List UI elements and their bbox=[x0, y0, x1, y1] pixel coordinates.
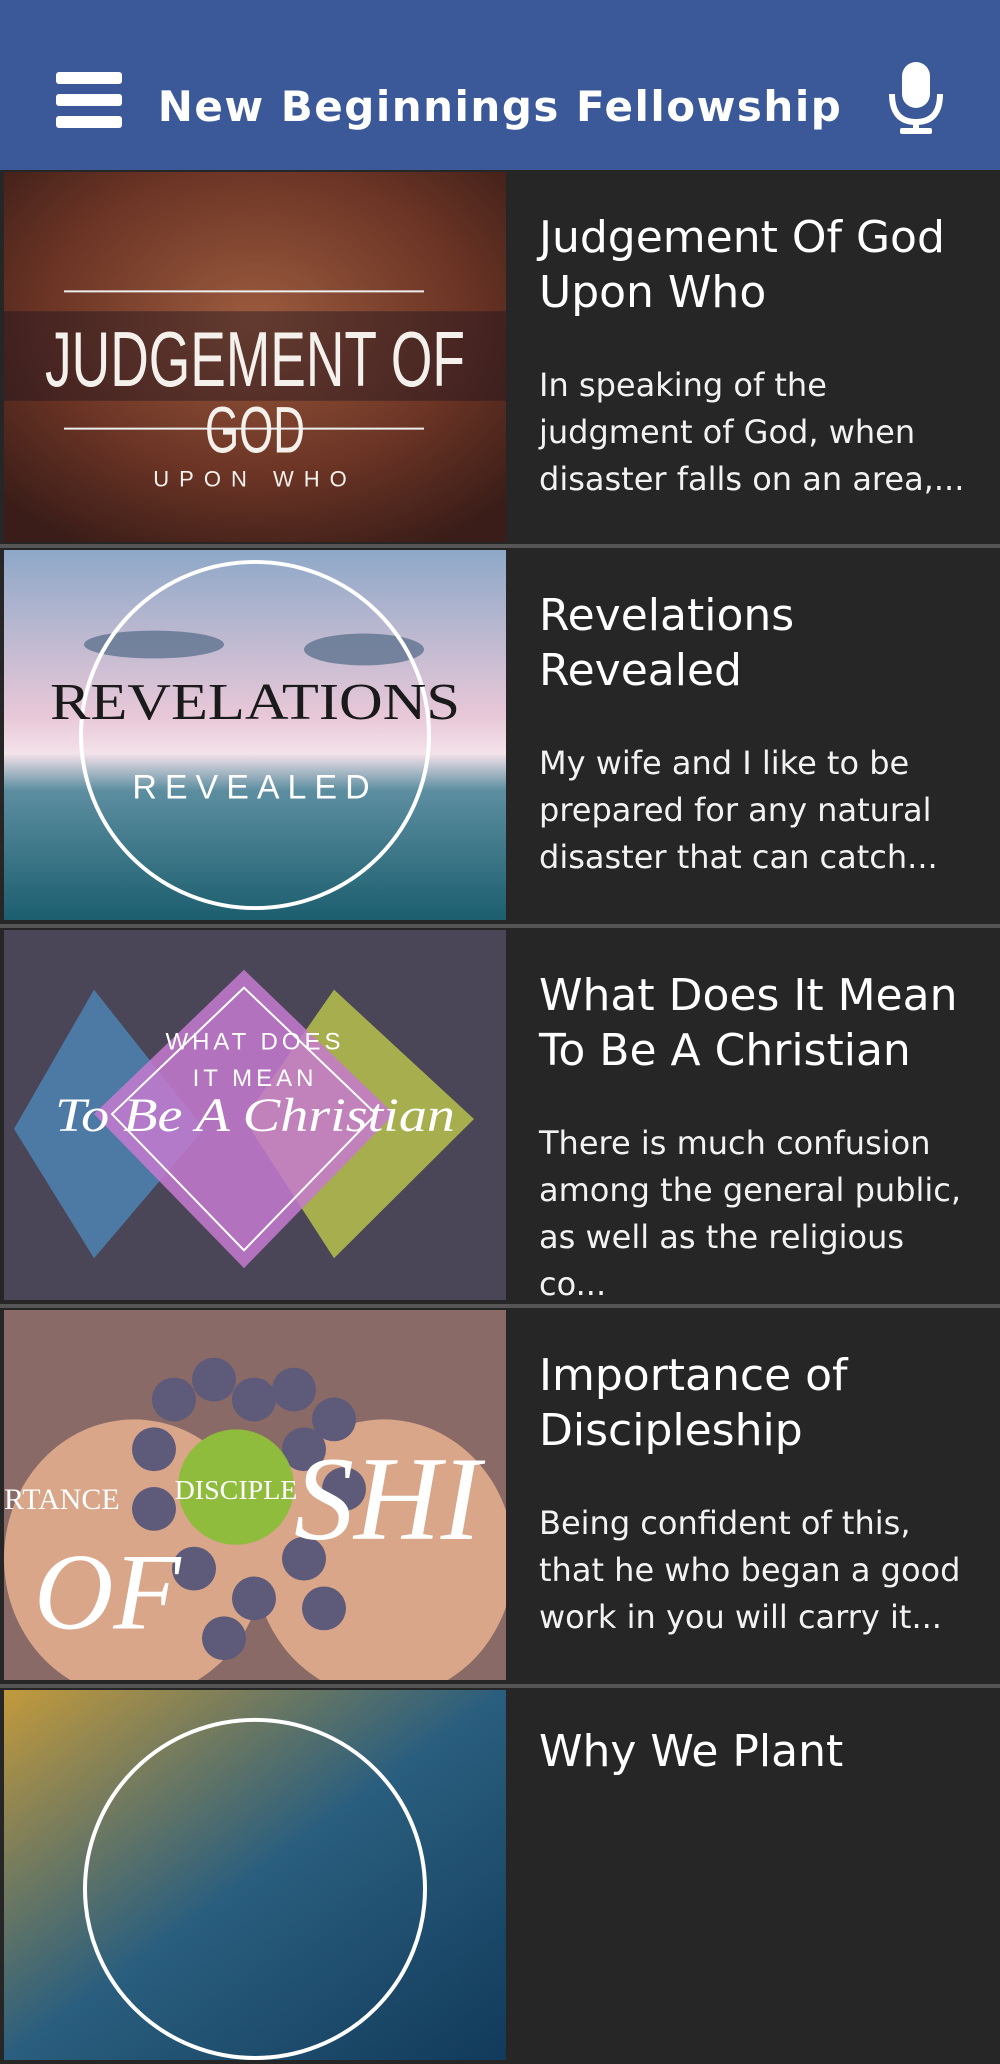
sermon-title: Revelations Revealed bbox=[539, 590, 795, 696]
sermon-thumbnail: JUDGEMENT OF GOD UPON WHO bbox=[4, 172, 506, 542]
svg-text:DISCIPLE: DISCIPLE bbox=[175, 1475, 298, 1506]
svg-text:To Be A Christian: To Be A Christian bbox=[55, 1089, 455, 1142]
sermon-description: There is much confusion among the genera… bbox=[539, 1124, 962, 1303]
sermon-thumbnail bbox=[4, 1690, 506, 2060]
svg-text:OF: OF bbox=[34, 1531, 182, 1653]
sermon-item[interactable]: Why We Plant bbox=[0, 1688, 1000, 2064]
svg-text:REVEALED: REVEALED bbox=[132, 769, 377, 807]
svg-text:UPON WHO: UPON WHO bbox=[153, 466, 356, 491]
sermon-title: Importance of Discipleship bbox=[539, 1350, 848, 1456]
sermon-title: Why We Plant bbox=[539, 1726, 844, 1777]
sermon-description: My wife and I like to be prepared for an… bbox=[539, 744, 938, 876]
art-title-line: JUDGEMENT OF bbox=[45, 317, 465, 403]
sermon-list: JUDGEMENT OF GOD UPON WHO Judgement Of G… bbox=[0, 170, 1000, 2064]
sermon-item[interactable]: WHAT DOES IT MEAN To Be A Christian What… bbox=[0, 928, 1000, 1308]
sermon-description: Being confident of this, that he who beg… bbox=[539, 1504, 961, 1636]
sermon-item[interactable]: REVELATIONS REVEALED Revelations Reveale… bbox=[0, 548, 1000, 928]
sermon-title: Judgement Of God Upon Who bbox=[539, 212, 945, 318]
svg-text:REVELATIONS: REVELATIONS bbox=[50, 674, 460, 731]
svg-text:SHI: SHI bbox=[294, 1432, 486, 1565]
sermon-thumbnail: DISCIPLE RTANCE OF SHI bbox=[4, 1310, 506, 1680]
sermon-thumbnail: WHAT DOES IT MEAN To Be A Christian bbox=[4, 930, 506, 1300]
app-header: New Beginnings Fellowship bbox=[0, 0, 1000, 170]
sermon-thumbnail: REVELATIONS REVEALED bbox=[4, 550, 506, 920]
app-title: New Beginnings Fellowship bbox=[157, 82, 843, 131]
sermon-item[interactable]: DISCIPLE RTANCE OF SHI Importance of Dis… bbox=[0, 1308, 1000, 1688]
sermon-description: In speaking of the judgment of God, when… bbox=[539, 366, 965, 498]
microphone-icon[interactable] bbox=[886, 60, 946, 136]
sermon-item[interactable]: JUDGEMENT OF GOD UPON WHO Judgement Of G… bbox=[0, 170, 1000, 548]
svg-text:WHAT DOES: WHAT DOES bbox=[165, 1028, 344, 1055]
sermon-title: What Does It Mean To Be A Christian bbox=[539, 970, 958, 1076]
svg-text:GOD: GOD bbox=[205, 393, 305, 467]
svg-text:RTANCE: RTANCE bbox=[4, 1483, 120, 1516]
